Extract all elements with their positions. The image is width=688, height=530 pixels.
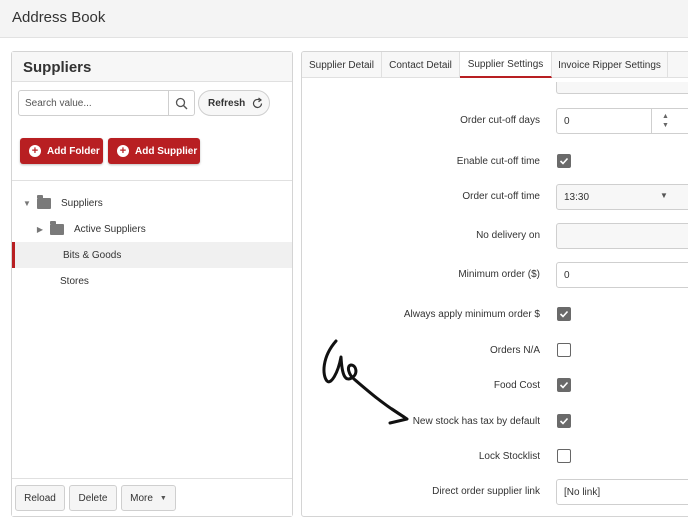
direct-order-link-row: Direct order supplier link [No link] <box>302 477 688 507</box>
check-icon <box>559 417 569 425</box>
order-cutoff-time-value: 13:30 <box>564 191 590 203</box>
minimum-order-label: Minimum order ($) <box>458 269 540 280</box>
add-folder-button[interactable]: + Add Folder <box>20 138 103 164</box>
order-cutoff-days-value: 0 <box>564 115 570 127</box>
tab-supplier-settings[interactable]: Supplier Settings <box>460 52 552 78</box>
add-folder-label: Add Folder <box>47 145 100 157</box>
check-icon <box>559 157 569 165</box>
lock-stocklist-row: Lock Stocklist <box>302 442 688 472</box>
scrolled-field <box>556 82 688 94</box>
order-cutoff-days-row: Order cut-off days 0 ▲ ▼ <box>302 106 688 136</box>
lock-stocklist-label: Lock Stocklist <box>478 451 540 462</box>
new-stock-tax-checkbox[interactable] <box>557 414 571 428</box>
divider <box>12 180 292 181</box>
food-cost-label: Food Cost <box>493 380 540 391</box>
folder-icon <box>50 220 64 235</box>
tree-item-active-suppliers[interactable]: ▶ Active Suppliers <box>12 216 292 242</box>
tree-item-label: Stores <box>60 275 89 287</box>
order-cutoff-days-field[interactable]: 0 ▲ ▼ <box>556 108 688 134</box>
delete-label: Delete <box>78 492 108 504</box>
direct-order-link-field[interactable]: [No link] <box>556 479 688 505</box>
tab-invoice-ripper-settings[interactable]: Invoice Ripper Settings <box>552 52 668 78</box>
add-supplier-label: Add Supplier <box>135 145 198 157</box>
new-stock-tax-label: New stock has tax by default <box>412 416 540 427</box>
order-cutoff-days-label: Order cut-off days <box>460 115 540 126</box>
search-box <box>18 90 195 116</box>
lock-stocklist-checkbox[interactable] <box>557 449 571 463</box>
minimum-order-value: 0 <box>564 269 570 281</box>
orders-na-checkbox[interactable] <box>557 343 571 357</box>
more-label: More <box>130 492 153 504</box>
reload-button[interactable]: Reload <box>15 485 65 511</box>
food-cost-checkbox[interactable] <box>557 378 571 392</box>
page-title: Address Book <box>12 9 106 26</box>
search-icon <box>175 97 188 109</box>
supplier-detail-panel: Supplier Detail Contact Detail Supplier … <box>301 51 688 517</box>
minimum-order-row: Minimum order ($) 0 <box>302 260 688 290</box>
tree-item-suppliers[interactable]: ▼ Suppliers <box>12 190 292 216</box>
no-delivery-on-field[interactable] <box>556 223 688 249</box>
tab-bar: Supplier Detail Contact Detail Supplier … <box>302 52 688 78</box>
direct-order-link-label: Direct order supplier link <box>432 486 540 497</box>
tab-label: Invoice Ripper Settings <box>558 59 661 71</box>
minimum-order-field[interactable]: 0 <box>556 262 688 288</box>
suppliers-panel-title: Suppliers <box>12 52 292 82</box>
more-button[interactable]: More ▼ <box>121 485 176 511</box>
no-delivery-on-label: No delivery on <box>476 230 540 241</box>
suppliers-panel: Suppliers Refresh + Add Folder + Add Sup… <box>11 51 293 517</box>
no-delivery-on-row: No delivery on <box>302 221 688 251</box>
add-supplier-button[interactable]: + Add Supplier <box>108 138 200 164</box>
check-icon <box>559 381 569 389</box>
tree-item-bits-goods[interactable]: Bits & Goods <box>12 242 292 268</box>
enable-cutoff-time-label: Enable cut-off time <box>456 156 540 167</box>
stepper-icon[interactable]: ▲ ▼ <box>651 109 679 133</box>
order-cutoff-time-row: Order cut-off time 13:30 ▼ <box>302 182 688 212</box>
refresh-icon <box>251 97 264 110</box>
order-cutoff-time-select[interactable]: 13:30 ▼ <box>556 184 688 210</box>
always-apply-minimum-checkbox[interactable] <box>557 307 571 321</box>
always-apply-minimum-row: Always apply minimum order $ <box>302 300 688 330</box>
chevron-down-icon: ▼ <box>159 494 167 502</box>
chevron-right-icon: ▶ <box>36 224 44 234</box>
tab-supplier-detail[interactable]: Supplier Detail <box>302 52 382 78</box>
suppliers-footer: Reload Delete More ▼ <box>12 478 292 516</box>
search-input[interactable] <box>19 91 169 115</box>
refresh-button[interactable]: Refresh <box>198 90 270 116</box>
direct-order-link-value: [No link] <box>564 486 601 498</box>
tab-label: Contact Detail <box>389 59 452 71</box>
tab-label: Supplier Settings <box>467 58 544 70</box>
enable-cutoff-time-row: Enable cut-off time <box>302 147 688 177</box>
tab-label: Supplier Detail <box>308 59 375 71</box>
tree-item-label: Bits & Goods <box>63 249 122 261</box>
enable-cutoff-time-checkbox[interactable] <box>557 154 571 168</box>
always-apply-minimum-label: Always apply minimum order $ <box>403 309 540 320</box>
check-icon <box>559 310 569 318</box>
app-header: Address Book <box>0 0 688 38</box>
chevron-down-icon: ▼ <box>660 191 668 200</box>
reload-label: Reload <box>24 492 56 504</box>
hand-drawn-arrow-icon <box>322 339 409 425</box>
delete-button[interactable]: Delete <box>69 485 117 511</box>
search-button[interactable] <box>168 91 194 115</box>
order-cutoff-time-label: Order cut-off time <box>462 191 540 202</box>
refresh-label: Refresh <box>208 97 246 109</box>
plus-circle-icon: + <box>117 145 129 157</box>
folder-icon <box>37 194 51 209</box>
tree-item-label: Active Suppliers <box>74 223 146 235</box>
tree-item-stores[interactable]: Stores <box>12 268 292 294</box>
orders-na-label: Orders N/A <box>489 345 540 356</box>
tree-item-label: Suppliers <box>61 197 103 209</box>
tab-contact-detail[interactable]: Contact Detail <box>382 52 460 78</box>
plus-circle-icon: + <box>29 145 41 157</box>
chevron-down-icon: ▼ <box>23 198 31 208</box>
